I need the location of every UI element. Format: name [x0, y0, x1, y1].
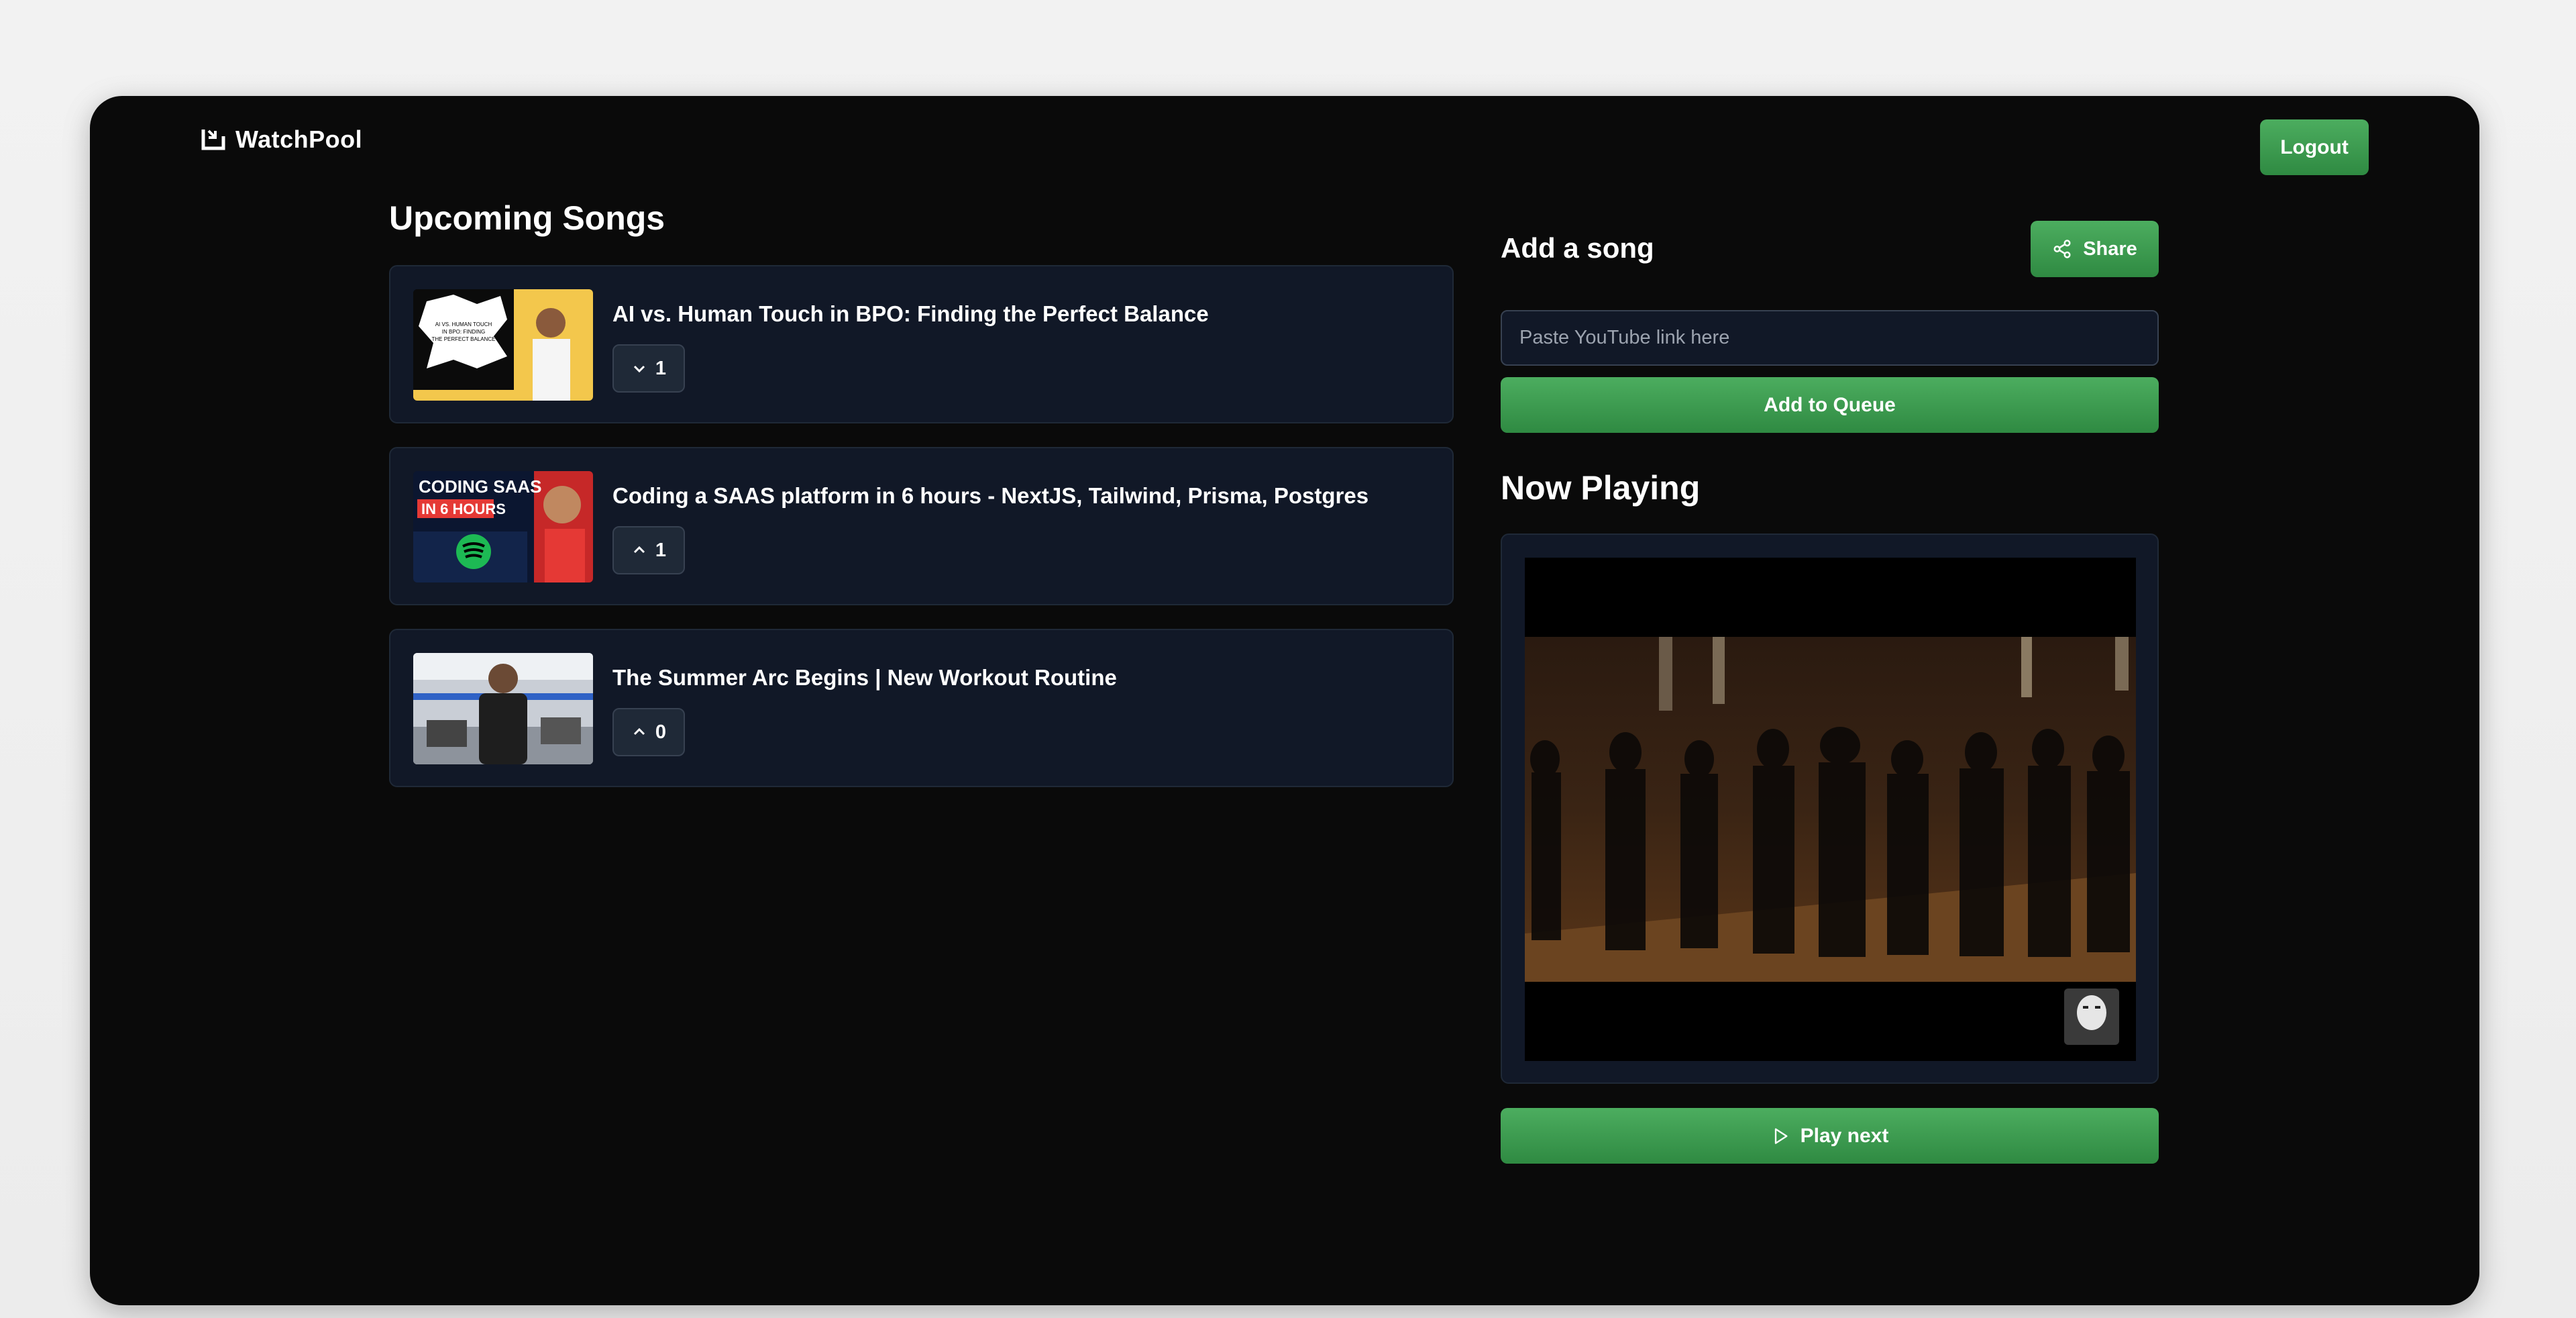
upcoming-songs-title: Upcoming Songs — [389, 199, 665, 237]
downvote-button[interactable]: 1 — [612, 344, 685, 393]
video-embed[interactable] — [1525, 558, 2136, 1061]
now-playing-title: Now Playing — [1501, 469, 1701, 507]
thumbnail-image — [413, 653, 593, 764]
song-title: AI vs. Human Touch in BPO: Finding the P… — [612, 301, 1209, 326]
brand[interactable]: WatchPool — [201, 125, 362, 154]
video-frame — [1525, 558, 2136, 1061]
logout-button[interactable]: Logout — [2260, 119, 2369, 175]
upvote-button[interactable]: 1 — [612, 526, 685, 574]
app-name: WatchPool — [235, 125, 363, 153]
song-title: Coding a SAAS platform in 6 hours - Next… — [612, 483, 1369, 508]
vote-count: 1 — [655, 539, 667, 561]
thumbnail-image: AI VS. HUMAN TOUCH IN BPO: FINDING THE P… — [413, 289, 593, 401]
share-icon — [2053, 240, 2071, 258]
song-thumbnail[interactable]: CODING SAAS IN 6 HOURS — [413, 471, 593, 582]
chevron-up-icon — [633, 546, 645, 554]
add-to-queue-button[interactable]: Add to Queue — [1501, 377, 2159, 433]
chevron-down-icon — [633, 365, 645, 373]
vote-count: 1 — [655, 357, 667, 379]
logo-icon — [201, 130, 225, 150]
video-player — [1501, 534, 2159, 1084]
svg-text:THE PERFECT BALANCE: THE PERFECT BALANCE — [432, 336, 496, 342]
share-button[interactable]: Share — [2031, 221, 2159, 277]
thumbnail-caption: AI VS. HUMAN TOUCH — [435, 321, 492, 327]
youtube-link-input[interactable] — [1501, 310, 2159, 366]
song-thumbnail[interactable] — [413, 653, 593, 764]
play-next-button[interactable]: Play next — [1501, 1108, 2159, 1164]
play-icon — [1774, 1127, 1788, 1144]
song-card: AI VS. HUMAN TOUCH IN BPO: FINDING THE P… — [389, 265, 1454, 423]
song-title: The Summer Arc Begins | New Workout Rout… — [612, 665, 1117, 690]
vote-count: 0 — [655, 721, 667, 743]
svg-text:IN BPO: FINDING: IN BPO: FINDING — [442, 329, 485, 335]
app-window: WatchPool Logout Upcoming Songs AI VS. H… — [90, 96, 2479, 1305]
play-next-label: Play next — [1800, 1124, 1889, 1147]
upvote-button[interactable]: 0 — [612, 708, 685, 756]
thumbnail-caption: CODING SAAS — [419, 476, 541, 497]
svg-text:IN 6 HOURS: IN 6 HOURS — [421, 501, 506, 517]
song-card: The Summer Arc Begins | New Workout Rout… — [389, 629, 1454, 787]
thumbnail-image: CODING SAAS IN 6 HOURS — [413, 471, 593, 582]
add-song-title: Add a song — [1501, 232, 1654, 264]
song-card: CODING SAAS IN 6 HOURS Coding a SAAS pla… — [389, 447, 1454, 605]
song-thumbnail[interactable]: AI VS. HUMAN TOUCH IN BPO: FINDING THE P… — [413, 289, 593, 401]
chevron-up-icon — [633, 727, 645, 736]
share-label: Share — [2083, 238, 2137, 260]
